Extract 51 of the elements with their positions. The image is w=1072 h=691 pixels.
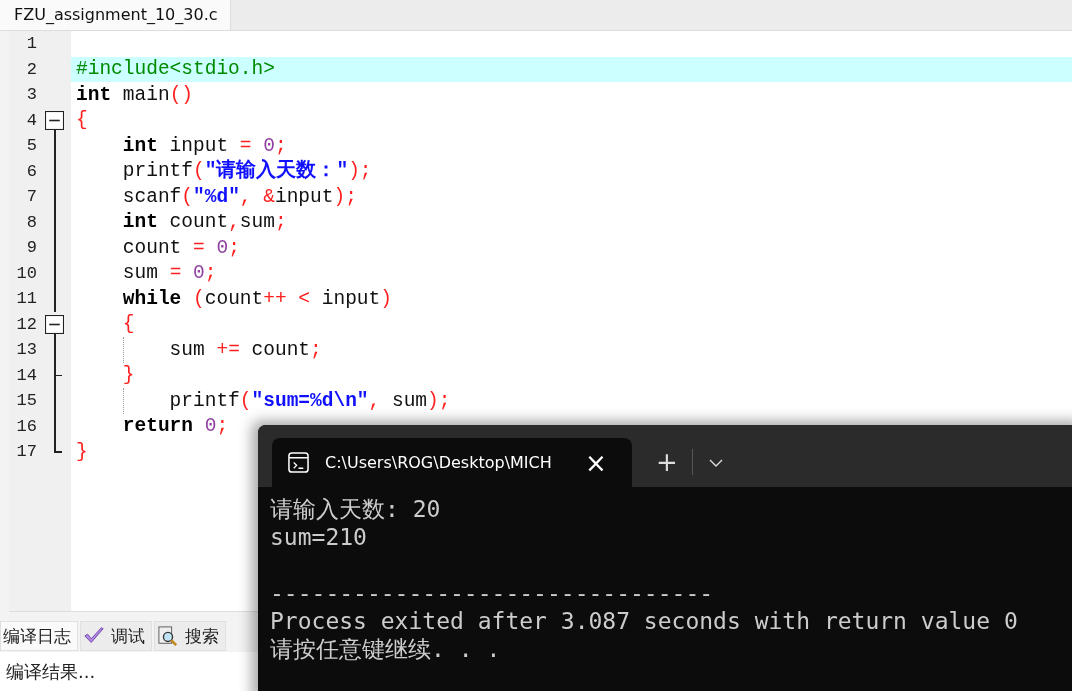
code-line: { [76,108,88,133]
panel-tab[interactable]: 编译日志 [0,621,78,651]
code-line: sum += count; [168,337,322,362]
line-number: 8 [25,212,37,232]
line-number: 6 [25,161,37,181]
line-number: 3 [25,85,37,105]
line-number: 15 [15,391,37,411]
terminal-output-line: 请输入天数: 20 [270,496,441,522]
terminal-icon [288,452,309,473]
close-tab-button[interactable]: × [585,449,607,476]
code-line: } [76,439,88,464]
code-line: count = 0; [121,235,240,260]
panel-tab[interactable]: 搜索 [154,621,226,651]
new-tab-button[interactable]: + [656,449,678,475]
terminal-tab[interactable]: C:\Users\ROG\Desktop\MICH × [272,438,632,487]
code-line: { [121,312,135,337]
chevron-down-icon[interactable] [708,459,723,467]
code-line: printf("请输入天数："); [121,159,372,184]
code-line: while (count++ < input) [121,286,392,311]
code-line: scanf("%d", &input); [121,184,357,209]
line-number: 16 [15,416,37,436]
line-number: 1 [25,34,37,54]
line-number: 7 [25,187,37,207]
panel-tab[interactable]: 调试 [80,621,152,651]
line-number: 12 [15,314,37,334]
collapse-icon[interactable] [45,314,64,334]
code-line: printf("sum=%d\n", sum); [168,388,451,413]
code-line: int main() [76,82,194,107]
terminal-output-line: sum=210 [270,524,367,550]
file-tab[interactable]: FZU_assignment_10_30.c [0,0,231,30]
terminal-output-line: Process exited after 3.087 seconds with return value 0 [270,608,1018,634]
collapse-icon[interactable] [45,110,64,130]
line-number: 2 [25,59,37,79]
code-line: #include<stdio.h> [76,57,275,82]
code-line: } [121,363,135,388]
terminal-tab-title: C:\Users\ROG\Desktop\MICH [325,453,553,472]
code-line: sum = 0; [121,261,217,286]
code-line: int input = 0; [121,133,287,158]
line-number: 11 [15,289,37,309]
code-line: int count,sum; [121,210,287,235]
line-number: 10 [15,263,37,283]
checkmark-icon [83,626,105,646]
line-number: 4 [25,110,37,130]
magnifier-icon [157,626,179,646]
line-number: 9 [25,238,37,258]
line-number: 5 [25,136,37,156]
line-number: 14 [15,365,37,385]
line-number: 13 [15,340,37,360]
terminal-output-line: -------------------------------- [270,580,714,606]
line-number: 17 [15,442,37,462]
code-line: return 0; [121,414,229,439]
